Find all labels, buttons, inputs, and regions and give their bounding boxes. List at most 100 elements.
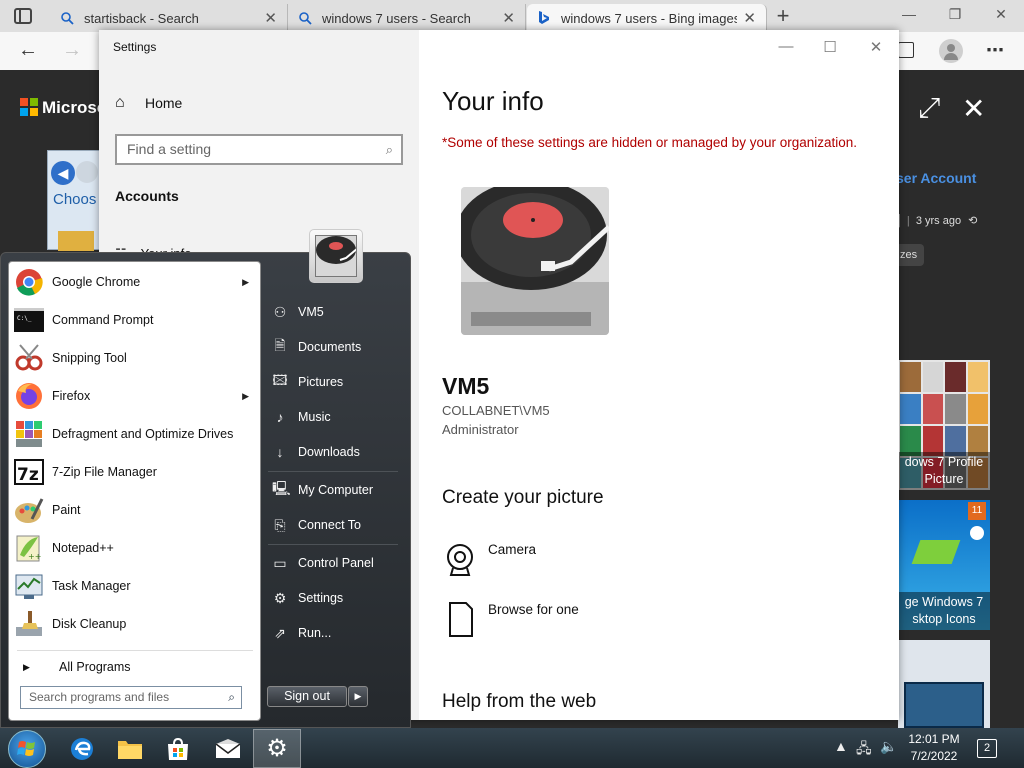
settings-maximize-icon[interactable]: ☐: [817, 38, 843, 58]
start-right-item[interactable]: ↓ Downloads: [272, 437, 360, 467]
start-user-picture[interactable]: [309, 229, 363, 283]
downloads-icon: ↓: [276, 444, 284, 460]
start-right-item[interactable]: 🖾 Pictures: [272, 367, 343, 397]
network-icon[interactable]: 🖧: [856, 738, 872, 762]
start-button[interactable]: [8, 730, 46, 768]
start-program-label: Command Prompt: [52, 313, 154, 327]
chrome-icon: [13, 266, 45, 298]
start-right-item[interactable]: 🗎 Documents: [272, 332, 361, 362]
start-program-label: Defragment and Optimize Drives: [52, 427, 234, 441]
settings-window-title: Settings: [113, 40, 157, 54]
profile-avatar[interactable]: [939, 39, 963, 63]
home-label: Home: [145, 95, 183, 111]
more-options-icon[interactable]: ⋯: [986, 40, 1004, 61]
start-right-label: Control Panel: [298, 556, 374, 570]
shutdown-options-button[interactable]: ▶: [348, 686, 368, 707]
music-icon: ♪: [276, 409, 284, 425]
close-tab-icon[interactable]: ✕: [502, 9, 515, 27]
start-right-item[interactable]: ▭ Control Panel: [272, 548, 374, 578]
start-search-placeholder: Search programs and files: [29, 690, 170, 704]
sign-out-button[interactable]: Sign out: [267, 686, 347, 707]
search-icon: ⌕: [228, 690, 235, 704]
start-right-item[interactable]: ♪ Music: [272, 402, 331, 432]
taskbar-edge[interactable]: [58, 729, 106, 768]
image-thumbnail[interactable]: ◀ Choos: [47, 150, 101, 251]
start-right-item[interactable]: ⎘ Connect To: [272, 510, 361, 540]
disk-cleanup-icon: [13, 608, 45, 640]
triangle-right-icon: ▶: [23, 661, 30, 672]
svg-text:++: ++: [28, 552, 41, 561]
start-right-item[interactable]: ⇗ Run...: [272, 618, 331, 648]
start-program-item[interactable]: Snipping Tool: [13, 339, 259, 377]
taskbar-clock[interactable]: 12:01 PM 7/2/2022: [902, 731, 966, 765]
start-right-item[interactable]: ⚙ Settings: [272, 583, 343, 613]
browse-option[interactable]: Browse for one: [442, 602, 579, 638]
start-right-item[interactable]: ⚇ VM5: [272, 297, 324, 327]
browser-tab-startisback[interactable]: startisback - Search ✕: [50, 4, 288, 32]
task-manager-icon: [13, 570, 45, 602]
divider: [17, 650, 253, 651]
pictures-icon: 🖾: [272, 372, 288, 388]
notification-center-icon[interactable]: 2: [977, 739, 997, 758]
expand-icon[interactable]: ⤢: [918, 92, 940, 125]
org-managed-warning: *Some of these settings are hidden or ma…: [442, 135, 858, 150]
collections-icon[interactable]: [898, 42, 914, 58]
start-right-label: Downloads: [298, 445, 360, 459]
settings-minimize-icon[interactable]: —: [773, 38, 799, 58]
run-icon: ⇗: [274, 624, 286, 641]
firefox-icon: [13, 380, 45, 412]
close-tab-icon[interactable]: ✕: [743, 9, 756, 27]
user-picture-image: [315, 235, 357, 277]
thumb-text: Choos: [53, 191, 97, 208]
close-viewer-icon[interactable]: ✕: [962, 92, 985, 125]
find-setting-input[interactable]: Find a setting ⌕: [115, 134, 403, 165]
settings-close-icon[interactable]: ✕: [863, 38, 889, 58]
minimize-icon[interactable]: —: [898, 6, 920, 26]
camera-option[interactable]: Camera: [442, 542, 536, 578]
related-image-2[interactable]: 11 ge Windows 7 sktop Icons: [898, 500, 990, 630]
related-image-3[interactable]: [898, 640, 990, 728]
result-age: 3 yrs ago: [915, 215, 962, 227]
browser-tab-windows7-search[interactable]: windows 7 users - Search ✕: [288, 4, 526, 32]
tab-actions-icon[interactable]: [14, 8, 32, 24]
volume-icon[interactable]: 🔈: [880, 738, 897, 755]
taskbar-settings[interactable]: ⚙: [253, 729, 301, 768]
browser-tab-bing-images[interactable]: windows 7 users - Bing images ✕: [527, 4, 767, 32]
tray-overflow-icon[interactable]: ▲: [834, 738, 848, 754]
close-tab-icon[interactable]: ✕: [264, 9, 277, 27]
start-program-item[interactable]: Defragment and Optimize Drives: [13, 415, 259, 453]
taskbar-mail[interactable]: [204, 729, 252, 768]
close-window-icon[interactable]: ✕: [990, 6, 1012, 26]
forward-icon[interactable]: →: [60, 40, 84, 62]
restore-icon[interactable]: ❐: [944, 6, 966, 26]
start-program-item[interactable]: Paint: [13, 491, 259, 529]
start-search-input[interactable]: Search programs and files ⌕: [20, 686, 242, 709]
back-icon[interactable]: ←: [16, 40, 40, 62]
screenshot-graphic: [904, 682, 984, 728]
related-image-1[interactable]: dows 7 Profile Picture: [898, 360, 990, 490]
start-program-item[interactable]: Disk Cleanup: [13, 605, 259, 643]
start-program-item[interactable]: Google Chrome ▶: [13, 263, 259, 301]
start-program-item[interactable]: ++ Notepad++: [13, 529, 259, 567]
sizes-button[interactable]: zes: [896, 244, 924, 266]
taskbar-store[interactable]: [154, 729, 202, 768]
scissors-icon: [13, 342, 45, 374]
start-program-item[interactable]: C:\_ Command Prompt: [13, 301, 259, 339]
all-programs-label: All Programs: [59, 660, 131, 674]
all-programs-item[interactable]: ▶ All Programs: [19, 660, 131, 674]
user-avatar[interactable]: [461, 187, 609, 335]
new-tab-button[interactable]: +: [772, 5, 794, 28]
start-program-item[interactable]: 7z 7-Zip File Manager: [13, 453, 259, 491]
user-icon: ⚇: [273, 303, 287, 320]
start-program-item[interactable]: Task Manager: [13, 567, 259, 605]
browse-file-icon: [449, 602, 473, 637]
start-program-label: Paint: [52, 503, 81, 517]
start-program-item[interactable]: Firefox ▶: [13, 377, 259, 415]
home-nav-item[interactable]: ⌂ Home: [115, 94, 182, 112]
store-icon: [168, 737, 188, 760]
start-right-label: Pictures: [298, 375, 344, 389]
result-title[interactable]: ser Account: [896, 170, 976, 186]
start-right-item[interactable]: 🖳 My Computer: [272, 475, 373, 505]
start-right-label: Documents: [298, 340, 362, 354]
taskbar-file-explorer[interactable]: [106, 729, 154, 768]
